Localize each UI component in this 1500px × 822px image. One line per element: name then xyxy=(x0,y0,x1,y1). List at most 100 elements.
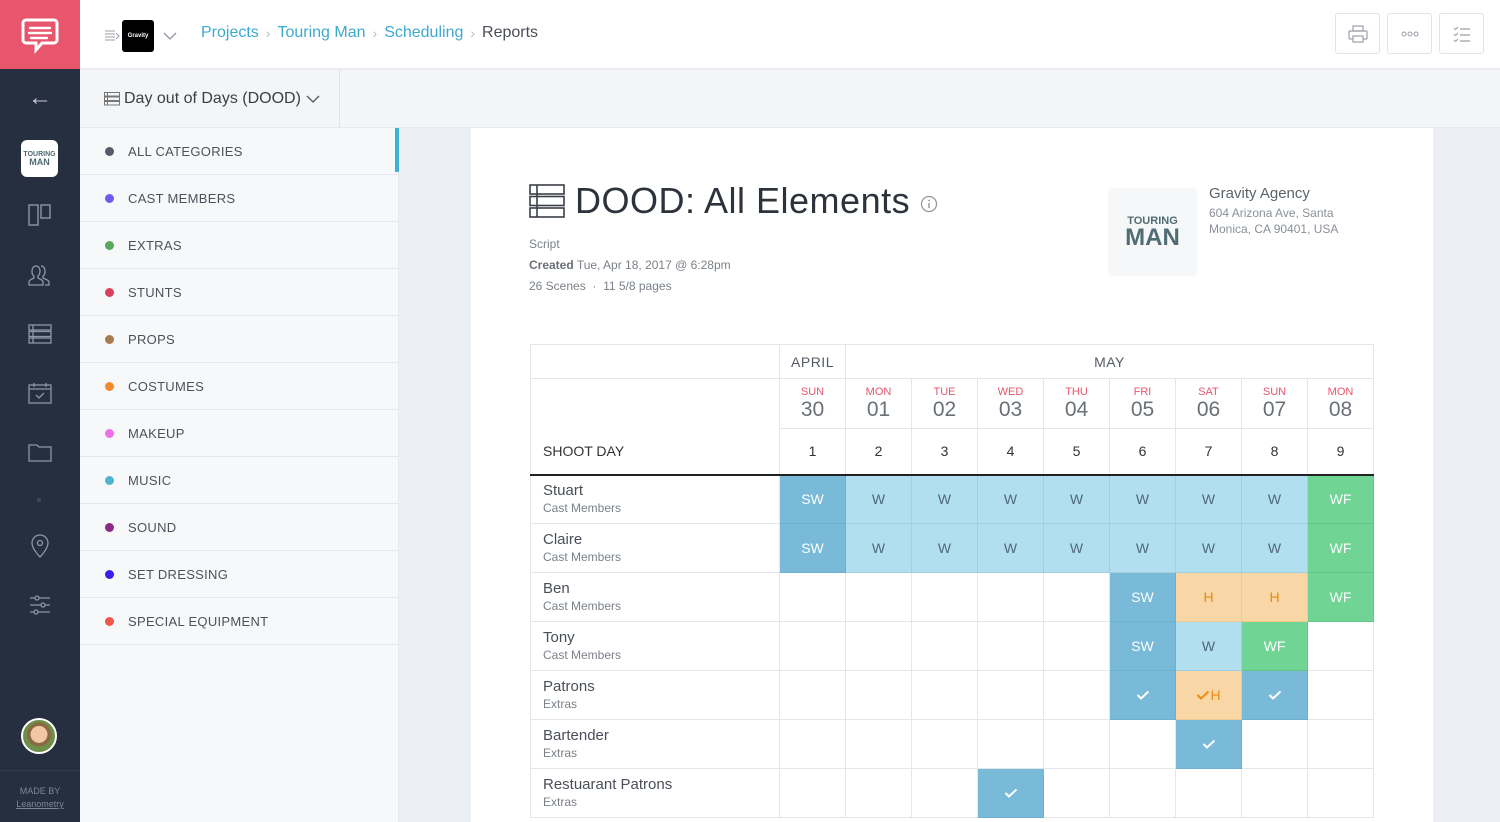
day-status-cell[interactable] xyxy=(845,719,912,769)
day-status-cell[interactable]: WF xyxy=(1307,474,1374,524)
nav-files[interactable] xyxy=(0,442,80,462)
day-status-cell[interactable] xyxy=(911,621,978,671)
day-status-cell[interactable] xyxy=(779,719,846,769)
day-status-cell[interactable]: W xyxy=(1043,523,1110,573)
day-status-cell[interactable] xyxy=(1307,768,1374,818)
day-status-cell[interactable]: WF xyxy=(1307,572,1374,622)
workspace-switcher[interactable]: Gravity xyxy=(104,20,184,52)
day-status-cell[interactable]: W xyxy=(845,523,912,573)
day-status-cell[interactable] xyxy=(1175,768,1242,818)
day-status-cell[interactable] xyxy=(1109,768,1176,818)
leanometry-link[interactable]: Leanometry xyxy=(0,798,80,811)
table-row[interactable]: Stuart Cast Members SW W W W W W W W WF xyxy=(530,474,1374,524)
table-row[interactable]: Bartender Extras xyxy=(530,719,1374,769)
user-avatar[interactable] xyxy=(21,718,57,754)
nav-cast[interactable] xyxy=(0,264,80,286)
day-status-cell[interactable] xyxy=(977,719,1044,769)
day-status-cell[interactable] xyxy=(1043,670,1110,720)
table-row[interactable]: Ben Cast Members SW H H WF xyxy=(530,572,1374,622)
table-row[interactable]: Restuarant Patrons Extras xyxy=(530,768,1374,818)
day-status-cell[interactable]: SW xyxy=(1109,621,1176,671)
table-row[interactable]: Claire Cast Members SW W W W W W W W WF xyxy=(530,523,1374,573)
day-status-cell[interactable] xyxy=(1241,670,1308,720)
nav-board[interactable] xyxy=(0,204,80,226)
day-status-cell[interactable] xyxy=(845,621,912,671)
day-status-cell[interactable] xyxy=(911,768,978,818)
day-status-cell[interactable] xyxy=(977,572,1044,622)
breadcrumb-projects[interactable]: Projects xyxy=(201,24,259,42)
day-status-cell[interactable]: W xyxy=(1043,474,1110,524)
day-status-cell[interactable]: H xyxy=(1175,572,1242,622)
more-options-button[interactable] xyxy=(1387,13,1432,54)
day-status-cell[interactable]: SW xyxy=(1109,572,1176,622)
category-item-music[interactable]: MUSIC xyxy=(80,457,398,504)
day-status-cell[interactable] xyxy=(1307,719,1374,769)
day-status-cell[interactable]: H xyxy=(1175,670,1242,720)
nav-settings[interactable] xyxy=(0,594,80,616)
checklist-button[interactable] xyxy=(1439,13,1484,54)
app-logo[interactable] xyxy=(0,0,80,69)
breadcrumb-touring-man[interactable]: Touring Man xyxy=(277,24,365,42)
day-status-cell[interactable] xyxy=(1241,719,1308,769)
table-row[interactable]: Patrons Extras H xyxy=(530,670,1374,720)
day-status-cell[interactable]: W xyxy=(1109,523,1176,573)
category-item-special-equipment[interactable]: SPECIAL EQUIPMENT xyxy=(80,598,398,645)
category-item-cast-members[interactable]: CAST MEMBERS xyxy=(80,175,398,222)
day-status-cell[interactable] xyxy=(1175,719,1242,769)
day-status-cell[interactable]: W xyxy=(1109,474,1176,524)
category-item-set-dressing[interactable]: SET DRESSING xyxy=(80,551,398,598)
breadcrumb-scheduling[interactable]: Scheduling xyxy=(384,24,463,42)
day-status-cell[interactable] xyxy=(911,572,978,622)
category-item-props[interactable]: PROPS xyxy=(80,316,398,363)
day-status-cell[interactable] xyxy=(779,768,846,818)
category-item-sound[interactable]: SOUND xyxy=(80,504,398,551)
print-button[interactable] xyxy=(1335,13,1380,54)
day-status-cell[interactable] xyxy=(1043,719,1110,769)
day-status-cell[interactable]: H xyxy=(1241,572,1308,622)
day-status-cell[interactable] xyxy=(911,719,978,769)
nav-calendar[interactable] xyxy=(0,382,80,404)
day-status-cell[interactable]: W xyxy=(1241,474,1308,524)
table-row[interactable]: Tony Cast Members SW W WF xyxy=(530,621,1374,671)
info-icon[interactable] xyxy=(920,195,938,213)
day-status-cell[interactable] xyxy=(1043,572,1110,622)
category-item-stunts[interactable]: STUNTS xyxy=(80,269,398,316)
day-status-cell[interactable] xyxy=(977,670,1044,720)
category-item-all-categories[interactable]: ALL CATEGORIES xyxy=(80,128,399,175)
day-status-cell[interactable]: W xyxy=(977,474,1044,524)
day-status-cell[interactable] xyxy=(1043,768,1110,818)
day-status-cell[interactable]: W xyxy=(1175,621,1242,671)
day-status-cell[interactable] xyxy=(911,670,978,720)
day-status-cell[interactable] xyxy=(977,621,1044,671)
day-status-cell[interactable]: W xyxy=(845,474,912,524)
day-status-cell[interactable]: WF xyxy=(1307,523,1374,573)
day-status-cell[interactable] xyxy=(779,670,846,720)
day-status-cell[interactable]: W xyxy=(1175,474,1242,524)
day-status-cell[interactable]: WF xyxy=(1241,621,1308,671)
nav-locations[interactable] xyxy=(0,534,80,558)
day-status-cell[interactable] xyxy=(1109,719,1176,769)
category-item-extras[interactable]: EXTRAS xyxy=(80,222,398,269)
day-status-cell[interactable]: SW xyxy=(779,474,846,524)
day-status-cell[interactable]: W xyxy=(911,523,978,573)
day-status-cell[interactable] xyxy=(845,572,912,622)
back-arrow-icon[interactable]: ← xyxy=(0,69,80,127)
day-status-cell[interactable]: W xyxy=(911,474,978,524)
category-item-makeup[interactable]: MAKEUP xyxy=(80,410,398,457)
day-status-cell[interactable] xyxy=(1307,621,1374,671)
day-status-cell[interactable] xyxy=(977,768,1044,818)
day-status-cell[interactable] xyxy=(845,670,912,720)
project-thumbnail[interactable]: TOURING MAN xyxy=(21,140,58,177)
nav-stripboard[interactable] xyxy=(0,324,80,344)
day-status-cell[interactable] xyxy=(1241,768,1308,818)
day-status-cell[interactable] xyxy=(845,768,912,818)
day-status-cell[interactable] xyxy=(1307,670,1374,720)
day-status-cell[interactable]: W xyxy=(1241,523,1308,573)
day-status-cell[interactable] xyxy=(779,621,846,671)
day-status-cell[interactable] xyxy=(1043,621,1110,671)
day-status-cell[interactable] xyxy=(1109,670,1176,720)
report-type-dropdown[interactable]: Day out of Days (DOOD) xyxy=(80,70,340,128)
day-status-cell[interactable] xyxy=(779,572,846,622)
day-status-cell[interactable]: SW xyxy=(779,523,846,573)
day-status-cell[interactable]: W xyxy=(977,523,1044,573)
